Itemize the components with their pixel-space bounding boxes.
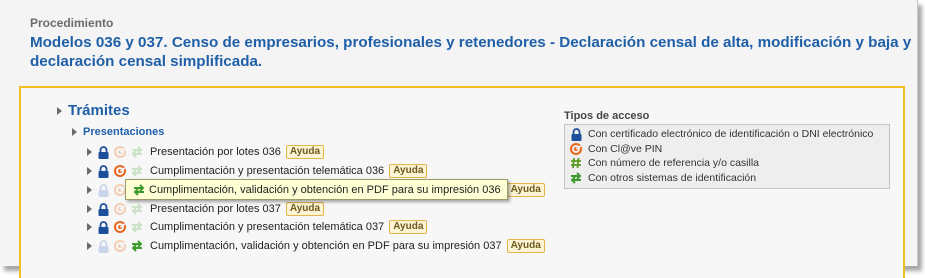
tramite-link[interactable]: Cumplimentación y presentación telemátic… [150, 221, 384, 233]
tramite-link[interactable]: Cumplimentación y presentación telemátic… [150, 165, 384, 177]
expand-arrow-icon[interactable] [87, 242, 92, 250]
ayuda-button[interactable]: Ayuda [506, 239, 545, 253]
clave-icon [113, 220, 127, 234]
lock-icon [96, 220, 110, 234]
expand-arrow-icon[interactable] [87, 205, 92, 213]
page-title: Modelos 036 y 037. Censo de empresarios,… [30, 34, 912, 70]
legend-item-clave: Con Cl@ve PIN [569, 142, 885, 157]
tramite-link[interactable]: Presentación por lotes 036 [150, 146, 281, 158]
ayuda-button[interactable]: Ayuda [506, 183, 545, 197]
ayuda-button[interactable]: Ayuda [285, 145, 325, 159]
tramite-row[interactable]: Presentación por lotes 036 Ayuda [87, 144, 325, 160]
lock-icon [96, 164, 110, 178]
presentaciones-toggle[interactable]: Presentaciones [72, 126, 164, 138]
tramite-row[interactable]: Presentación por lotes 037 Ayuda [87, 201, 325, 217]
arrows-icon [130, 164, 144, 178]
legend-item-otros: Con otros sistemas de identificación [569, 171, 885, 186]
access-types-legend: Tipos de acceso Con certificado electrón… [564, 110, 890, 189]
tramite-link[interactable]: Cumplimentación, validación y obtención … [150, 240, 502, 252]
legend-item-referencia: Con número de referencia y/o casilla [569, 156, 885, 171]
legend-box: Con certificado electrónico de identific… [564, 124, 890, 189]
tramite-link[interactable]: Presentación por lotes 037 [150, 203, 281, 215]
clave-icon [569, 142, 583, 156]
lock-icon [96, 183, 110, 197]
tramites-heading: Trámites [68, 102, 130, 119]
ayuda-button[interactable]: Ayuda [285, 202, 325, 216]
tramites-panel: Trámites Presentaciones Presentación por… [19, 86, 905, 278]
expand-arrow-icon [72, 128, 77, 136]
expand-arrow-icon[interactable] [87, 148, 92, 156]
expand-arrow-icon [57, 106, 62, 115]
ayuda-button[interactable]: Ayuda [389, 164, 428, 178]
expand-arrow-icon[interactable] [87, 186, 92, 194]
tramites-toggle[interactable]: Trámites [57, 102, 130, 119]
legend-item-label: Con Cl@ve PIN [588, 142, 663, 155]
clave-icon [113, 164, 127, 178]
legend-title: Tipos de acceso [564, 110, 650, 122]
legend-item-label: Con número de referencia y/o casilla [588, 157, 760, 170]
clave-icon [113, 239, 127, 253]
tooltip-text: Cumplimentación, validación y obtención … [149, 183, 501, 196]
tooltip: Cumplimentación, validación y obtención … [125, 179, 508, 200]
section-label: Procedimiento [30, 16, 114, 30]
tramite-row[interactable]: Cumplimentación y presentación telemátic… [87, 163, 428, 179]
ayuda-button[interactable]: Ayuda [389, 220, 428, 234]
hash-icon [569, 156, 583, 170]
legend-item-label: Con otros sistemas de identificación [588, 171, 757, 184]
presentaciones-heading: Presentaciones [83, 126, 165, 138]
legend-item-certificado: Con certificado electrónico de identific… [569, 127, 885, 142]
arrows-icon [130, 220, 144, 234]
lock-icon [96, 239, 110, 253]
legend-item-label: Con certificado electrónico de identific… [588, 128, 874, 141]
arrows-icon [569, 171, 583, 185]
expand-arrow-icon[interactable] [87, 167, 92, 175]
arrows-icon [130, 145, 144, 159]
tramite-row[interactable]: Cumplimentación y presentación telemátic… [87, 219, 428, 235]
lock-icon [96, 202, 110, 216]
lock-icon [569, 127, 583, 141]
arrows-icon [132, 183, 146, 197]
arrows-icon [130, 239, 144, 253]
clave-icon [113, 145, 127, 159]
clave-icon [113, 202, 127, 216]
lock-icon [96, 145, 110, 159]
tramite-row[interactable]: Cumplimentación, validación y obtención … [87, 238, 545, 254]
expand-arrow-icon[interactable] [87, 223, 92, 231]
arrows-icon [130, 202, 144, 216]
